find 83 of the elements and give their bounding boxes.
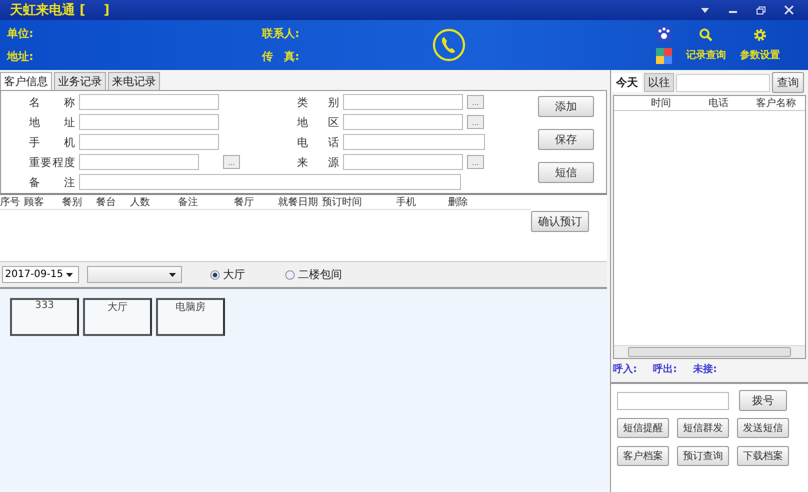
column-header: 餐厅 xyxy=(234,196,255,209)
input-field[interactable] xyxy=(343,114,463,130)
tab[interactable]: 来电记录 xyxy=(108,72,160,90)
phone-number-field[interactable] xyxy=(617,392,729,410)
settings-button[interactable]: 参数设置 xyxy=(740,28,780,62)
action-button[interactable]: 发送短信 xyxy=(737,418,789,438)
confirm-button[interactable]: 确认预订 xyxy=(531,211,589,232)
browse-button[interactable]: ... xyxy=(223,155,240,169)
field-label: 单位: xyxy=(7,26,34,41)
dial-button[interactable]: 拨号 xyxy=(739,390,787,411)
search-field[interactable] xyxy=(676,74,770,92)
column-header: 备注 xyxy=(178,196,199,209)
column-header: 时间 xyxy=(650,96,672,110)
call-count-label: 呼出: xyxy=(653,362,677,376)
browse-button[interactable]: ... xyxy=(467,115,484,129)
column-header: 序号 xyxy=(0,196,21,209)
search-icon xyxy=(699,28,713,42)
field-label: 来源 xyxy=(297,154,339,170)
column-header: 手机 xyxy=(396,196,417,209)
call-count-label: 呼入: xyxy=(613,362,637,376)
column-header: 删除 xyxy=(448,196,469,209)
search-button[interactable]: 查询 xyxy=(772,72,804,93)
action-button[interactable]: 客户档案 xyxy=(617,446,669,466)
window-title: 天虹来电通 [ ] xyxy=(10,2,110,19)
action-button[interactable]: 下载档案 xyxy=(737,446,789,466)
input-field[interactable] xyxy=(79,174,461,190)
column-header: 顾客 xyxy=(24,196,45,209)
input-field[interactable] xyxy=(79,154,199,170)
action-button[interactable]: 短信提醒 xyxy=(617,418,669,438)
caret-icon xyxy=(169,272,176,276)
paw-icon[interactable] xyxy=(656,26,672,42)
close-icon[interactable] xyxy=(784,5,794,15)
phone-icon[interactable] xyxy=(432,28,466,62)
input-field[interactable] xyxy=(79,134,219,150)
field-label: 联系人: xyxy=(262,26,300,41)
browse-button[interactable]: ... xyxy=(467,155,484,169)
restore-icon[interactable] xyxy=(756,6,766,14)
caret-icon xyxy=(66,272,73,276)
settings-icon xyxy=(753,28,767,42)
radio-option[interactable]: 二楼包间 xyxy=(285,267,342,282)
field-label: 地址 xyxy=(29,114,75,130)
hall-dropdown[interactable] xyxy=(87,266,182,283)
field-label: 电话 xyxy=(297,134,339,150)
table-tile[interactable]: 333 xyxy=(10,298,79,336)
column-header: 预订时间 xyxy=(322,196,363,209)
map-icon[interactable] xyxy=(656,48,672,64)
action-button[interactable]: 短信 xyxy=(538,162,594,183)
call-count-label: 未接: xyxy=(693,362,717,376)
input-field[interactable] xyxy=(343,134,485,150)
browse-button[interactable]: ... xyxy=(467,95,484,109)
field-label: 手机 xyxy=(29,134,75,150)
input-field[interactable] xyxy=(343,94,463,110)
column-header: 就餐日期 xyxy=(278,196,319,209)
tab[interactable]: 以往 xyxy=(644,73,674,92)
field-label: 地区 xyxy=(297,114,339,130)
date-dropdown[interactable]: 2017-09-15 xyxy=(2,266,79,283)
column-header: 餐别 xyxy=(62,196,83,209)
field-label: 类别 xyxy=(297,94,339,110)
tab[interactable]: 业务记录 xyxy=(54,72,106,90)
field-label: 地址: xyxy=(7,49,34,64)
dropdown-icon[interactable] xyxy=(700,6,710,14)
tab[interactable]: 客户信息 xyxy=(0,72,52,90)
column-header: 人数 xyxy=(130,196,151,209)
action-button[interactable]: 保存 xyxy=(538,129,594,150)
field-label: 名称 xyxy=(29,94,75,110)
table-tile[interactable]: 大厅 xyxy=(83,298,152,336)
column-header: 客户名称 xyxy=(755,96,798,110)
input-field[interactable] xyxy=(79,114,219,130)
input-field[interactable] xyxy=(343,154,463,170)
tab[interactable]: 今天 xyxy=(612,73,642,92)
column-header: 餐台 xyxy=(96,196,117,209)
action-button[interactable]: 预订查询 xyxy=(677,446,729,466)
search-button[interactable]: 记录查询 xyxy=(686,28,726,62)
radio-option[interactable]: 大厅 xyxy=(210,267,245,282)
horizontal-scrollbar[interactable] xyxy=(614,345,805,358)
action-button[interactable]: 短信群发 xyxy=(677,418,729,438)
field-label: 传 真: xyxy=(262,49,300,64)
field-label: 备注 xyxy=(29,174,75,190)
column-header: 电话 xyxy=(708,96,730,110)
field-label: 重要程度 xyxy=(29,154,75,170)
action-button[interactable]: 添加 xyxy=(538,96,594,117)
input-field[interactable] xyxy=(79,94,219,110)
table-tile[interactable]: 电脑房 xyxy=(156,298,225,336)
